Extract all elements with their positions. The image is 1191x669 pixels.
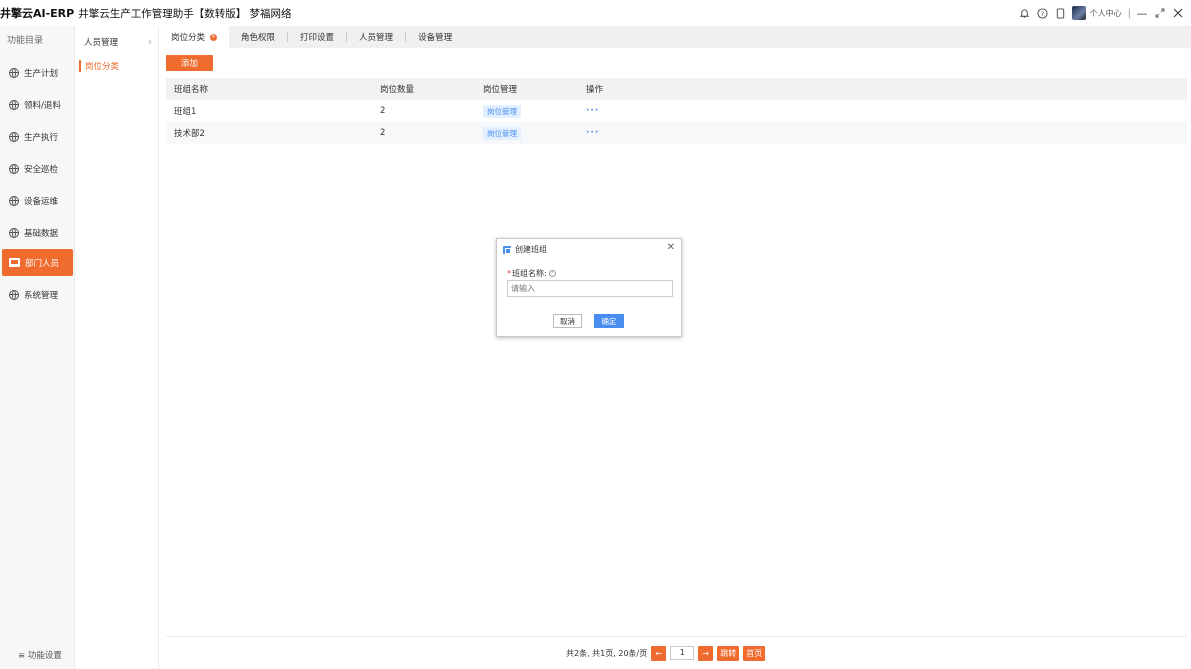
tab-label: 角色权限 [241,33,276,43]
app-title: 井擎云生产工作管理助手【数转版】 梦福网络 [78,7,292,20]
sidebar: 功能目录 生产计划 领料/退料 生产执行 安全巡检 设备运维 基础数据 部门人员… [0,26,75,669]
group-table: 班组名称 岗位数量 岗位管理 操作 班组1 2 岗位管理 ··· 技术部2 2 … [166,78,1187,144]
department-icon [9,258,20,267]
required-marker: * [507,269,511,278]
dialog-window-icon [503,245,511,254]
more-icon[interactable]: ··· [586,106,599,116]
page-input[interactable]: 1 [670,646,695,660]
sidebar-item-production-exec[interactable]: 生产执行 [2,123,73,150]
operations-cell: ··· [578,128,1187,138]
avatar[interactable] [1071,6,1086,20]
add-button[interactable]: 添加 [166,55,213,71]
minimize-icon[interactable]: — [1135,6,1149,20]
position-manage-cell: 岗位管理 [475,104,578,118]
globe-icon [9,67,19,78]
position-manage-button[interactable]: 岗位管理 [483,126,521,140]
sidebar-item-material[interactable]: 领料/退料 [2,91,73,118]
column-header: 操作 [586,85,604,95]
tab-label: 岗位分类 [171,33,206,43]
jump-button[interactable]: 跳转 [717,645,740,661]
table-header: 班组名称 岗位数量 岗位管理 操作 [166,78,1187,100]
sidebar-item-label: 部门人员 [25,258,60,269]
group-name-cell: 技术部2 [174,129,205,139]
field-label-text: 班组名称: [512,269,547,278]
cancel-button[interactable]: 取消 [553,314,582,328]
dialog-title-text: 创建班组 [515,245,547,254]
dialog-close-icon[interactable]: ✕ [667,242,675,253]
column-header: 岗位管理 [483,85,518,95]
user-center-link[interactable]: 个人中心 [1090,8,1122,19]
svg-text:?: ? [1041,9,1044,17]
window-controls: ? 个人中心 | — [1018,4,1185,22]
sidebar-item-label: 生产计划 [24,68,59,79]
subnav-heading-label: 人员管理 [84,38,119,48]
globe-icon [9,163,19,174]
chevron-right-icon: › [148,36,152,48]
position-manage-cell: 岗位管理 [475,126,578,140]
secondary-nav: 人员管理 › 岗位分类 [75,26,159,669]
column-header: 岗位数量 [380,85,415,95]
tab-equipment[interactable]: 设备管理 [406,26,464,48]
prev-page-button[interactable]: ← [651,645,667,661]
pager-summary: 共2条, 共1页, 20条/页 [566,648,648,658]
sidebar-item-label: 设备运维 [24,196,59,207]
confirm-button[interactable]: 确定 [594,314,624,328]
help-icon[interactable]: ? [1036,6,1050,20]
column-header: 班组名称 [174,85,209,95]
position-manage-button[interactable]: 岗位管理 [483,104,521,118]
restore-icon[interactable] [1153,6,1167,20]
position-count-cell: 2 [380,128,386,138]
pagination: 共2条, 共1页, 20条/页 ← 1 → 跳转 首页 [566,645,766,661]
bell-icon[interactable] [1018,6,1032,20]
more-icon[interactable]: ··· [586,128,599,138]
first-page-button[interactable]: 首页 [743,645,766,661]
tab-label: 人员管理 [359,33,394,43]
globe-icon [9,195,19,206]
globe-icon [9,99,19,110]
sidebar-item-label: 安全巡检 [24,164,59,175]
tab-label: 打印设置 [300,33,335,43]
sidebar-item-production-plan[interactable]: 生产计划 [2,59,73,86]
tab-label: 设备管理 [418,33,453,43]
tab-position-category[interactable]: 岗位分类 ✕ [159,26,230,48]
group-name-label: * 班组名称: ? [507,268,556,279]
create-group-dialog: 创建班组 ✕ * 班组名称: ? 取消 确定 [496,238,682,337]
table-row: 班组1 2 岗位管理 ··· [166,100,1187,122]
sidebar-item-label: 系统管理 [24,290,59,301]
globe-icon [9,131,19,142]
divider: | [1127,7,1131,19]
tab-role-permission[interactable]: 角色权限 [229,26,287,48]
sidebar-item-label: 生产执行 [24,132,59,143]
sidebar-item-label: 基础数据 [24,228,59,239]
sidebar-item-label: 领料/退料 [24,100,61,111]
next-page-button[interactable]: → [698,645,714,661]
sidebar-item-base-data[interactable]: 基础数据 [2,219,73,246]
sidebar-item-system[interactable]: 系统管理 [2,281,73,308]
sidebar-item-safety[interactable]: 安全巡检 [2,155,73,182]
sidebar-item-equipment[interactable]: 设备运维 [2,187,73,214]
function-settings-link[interactable]: ≡ 功能设置 [18,649,62,661]
operations-cell: ··· [578,106,1187,116]
group-name-input[interactable] [507,280,673,297]
dialog-title: 创建班组 [503,244,547,255]
pager-divider [166,636,1187,637]
table-row: 技术部2 2 岗位管理 ··· [166,122,1187,144]
sidebar-item-department[interactable]: 部门人员 [2,249,73,276]
help-icon[interactable]: ? [548,270,556,277]
globe-icon [9,227,19,238]
title-bar: 井擎云AI-ERP 井擎云生产工作管理助手【数转版】 梦福网络 ? 个人中心 |… [0,0,1191,26]
tab-personnel[interactable]: 人员管理 [347,26,405,48]
close-icon[interactable] [1171,6,1185,20]
sidebar-heading: 功能目录 [7,36,44,46]
brand-logo: 井擎云AI-ERP [0,7,75,20]
subnav-heading[interactable]: 人员管理 › [75,26,158,58]
group-name-cell: 班组1 [174,107,197,117]
position-count-cell: 2 [380,106,386,116]
close-tab-icon[interactable]: ✕ [210,33,218,41]
globe-icon [9,289,19,300]
tab-print-settings[interactable]: 打印设置 [288,26,346,48]
mobile-icon[interactable] [1054,6,1068,20]
tab-bar: 岗位分类 ✕ 角色权限 打印设置 人员管理 设备管理 [159,26,1191,48]
subnav-item-position-category[interactable]: 岗位分类 [79,60,119,72]
